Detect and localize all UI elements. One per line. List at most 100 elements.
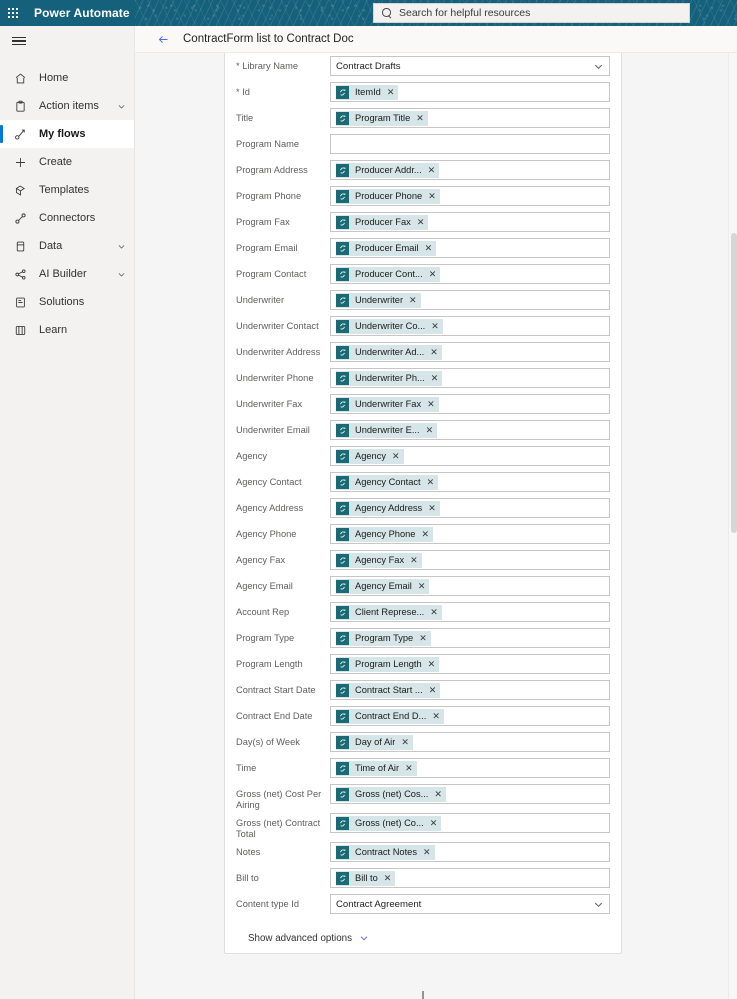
sidebar-item-solutions[interactable]: Solutions	[0, 288, 134, 316]
close-x-icon[interactable]: ✕	[423, 269, 437, 279]
dynamic-content-token[interactable]: Agency Email ✕	[336, 578, 430, 594]
close-x-icon[interactable]: ✕	[420, 425, 434, 435]
dynamic-content-token[interactable]: Gross (net) Cos... ✕	[336, 786, 446, 802]
close-x-icon[interactable]: ✕	[403, 295, 417, 305]
dynamic-content-token[interactable]: Client Represe... ✕	[336, 604, 442, 620]
field-token-input[interactable]: Program Type ✕	[330, 628, 610, 648]
field-token-input[interactable]: Agency Contact ✕	[330, 472, 610, 492]
close-x-icon[interactable]: ✕	[424, 818, 438, 828]
close-x-icon[interactable]: ✕	[378, 873, 392, 883]
close-x-icon[interactable]: ✕	[426, 711, 440, 721]
dynamic-content-token[interactable]: ItemId ✕	[336, 84, 399, 100]
field-token-input[interactable]: Bill to ✕	[330, 868, 610, 889]
field-token-input[interactable]: Producer Phone ✕	[330, 186, 610, 206]
field-token-input[interactable]: Underwriter ✕	[330, 290, 610, 310]
close-x-icon[interactable]: ✕	[413, 633, 427, 643]
field-token-input[interactable]: ItemId ✕	[330, 82, 610, 102]
field-token-input[interactable]: Underwriter E... ✕	[330, 420, 610, 440]
dynamic-content-token[interactable]: Underwriter Co... ✕	[336, 318, 443, 334]
close-x-icon[interactable]: ✕	[386, 451, 400, 461]
canvas-scrollbar[interactable]	[728, 53, 737, 999]
dynamic-content-token[interactable]: Producer Phone ✕	[336, 188, 440, 204]
field-token-input[interactable]: Agency Email ✕	[330, 576, 610, 596]
chevron-down-icon[interactable]	[593, 61, 604, 72]
dynamic-content-token[interactable]: Day of Air ✕	[336, 734, 413, 750]
dynamic-content-token[interactable]: Underwriter E... ✕	[336, 422, 438, 438]
close-x-icon[interactable]: ✕	[404, 555, 418, 565]
dynamic-content-token[interactable]: Producer Addr... ✕	[336, 162, 440, 178]
field-token-input[interactable]: Client Represe... ✕	[330, 602, 610, 622]
hamburger-menu-icon[interactable]	[0, 26, 134, 56]
scrollbar-thumb[interactable]	[730, 233, 737, 533]
field-token-input[interactable]: Contract End D... ✕	[330, 706, 610, 726]
field-token-input[interactable]: Agency Fax ✕	[330, 550, 610, 570]
close-x-icon[interactable]: ✕	[417, 847, 431, 857]
field-token-input[interactable]: Producer Fax ✕	[330, 212, 610, 232]
dynamic-content-token[interactable]: Agency Contact ✕	[336, 474, 439, 490]
sidebar-item-my-flows[interactable]: My flows	[0, 120, 134, 148]
close-x-icon[interactable]: ✕	[395, 737, 409, 747]
close-x-icon[interactable]: ✕	[422, 191, 436, 201]
search-input[interactable]: Search for helpful resources	[373, 3, 690, 23]
dynamic-content-token[interactable]: Bill to ✕	[336, 870, 396, 886]
dynamic-content-token[interactable]: Contract Start ... ✕	[336, 682, 441, 698]
field-token-input[interactable]: Agency Phone ✕	[330, 524, 610, 544]
dynamic-content-token[interactable]: Gross (net) Co... ✕	[336, 815, 442, 831]
sidebar-item-create[interactable]: Create	[0, 148, 134, 176]
field-dropdown[interactable]: Contract Agreement	[330, 894, 610, 915]
close-x-icon[interactable]: ✕	[424, 347, 438, 357]
field-token-input[interactable]: Time of Air ✕	[330, 758, 610, 778]
dynamic-content-token[interactable]: Underwriter Fax ✕	[336, 396, 439, 412]
sidebar-item-home[interactable]: Home	[0, 64, 134, 92]
dynamic-content-token[interactable]: Time of Air ✕	[336, 760, 417, 776]
app-launcher-waffle-icon[interactable]	[0, 0, 26, 26]
close-x-icon[interactable]: ✕	[428, 789, 442, 799]
field-token-input[interactable]: Producer Email ✕	[330, 238, 610, 258]
close-x-icon[interactable]: ✕	[410, 113, 424, 123]
sidebar-item-learn[interactable]: Learn	[0, 316, 134, 344]
close-x-icon[interactable]: ✕	[415, 529, 429, 539]
chevron-down-icon[interactable]	[117, 242, 134, 251]
close-x-icon[interactable]: ✕	[421, 399, 435, 409]
field-token-input[interactable]: Underwriter Fax ✕	[330, 394, 610, 414]
dynamic-content-token[interactable]: Program Type ✕	[336, 630, 431, 646]
sidebar-item-connectors[interactable]: Connectors	[0, 204, 134, 232]
dynamic-content-token[interactable]: Producer Email ✕	[336, 240, 437, 256]
field-token-input[interactable]: Gross (net) Cos... ✕	[330, 784, 610, 804]
sidebar-item-data[interactable]: Data	[0, 232, 134, 260]
dynamic-content-token[interactable]: Program Title ✕	[336, 110, 428, 126]
chevron-down-icon[interactable]	[593, 899, 604, 910]
field-token-input[interactable]: Gross (net) Co... ✕	[330, 813, 610, 834]
dynamic-content-token[interactable]: Producer Cont... ✕	[336, 266, 441, 282]
close-x-icon[interactable]: ✕	[419, 243, 433, 253]
field-token-input[interactable]: Underwriter Ad... ✕	[330, 342, 610, 362]
dynamic-content-token[interactable]: Agency ✕	[336, 448, 404, 464]
close-x-icon[interactable]: ✕	[422, 503, 436, 513]
close-x-icon[interactable]: ✕	[422, 659, 436, 669]
dynamic-content-token[interactable]: Underwriter Ad... ✕	[336, 344, 442, 360]
field-token-input[interactable]: Day of Air ✕	[330, 732, 610, 752]
chevron-down-icon[interactable]	[117, 270, 134, 279]
sidebar-item-action-items[interactable]: Action items	[0, 92, 134, 120]
dynamic-content-token[interactable]: Underwriter ✕	[336, 292, 421, 308]
close-x-icon[interactable]: ✕	[399, 763, 413, 773]
close-x-icon[interactable]: ✕	[422, 165, 436, 175]
close-x-icon[interactable]: ✕	[412, 581, 426, 591]
close-x-icon[interactable]: ✕	[381, 87, 395, 97]
field-token-input[interactable]: Program Title ✕	[330, 108, 610, 128]
field-text-input[interactable]	[330, 134, 610, 154]
close-x-icon[interactable]: ✕	[425, 321, 439, 331]
field-token-input[interactable]: Agency ✕	[330, 446, 610, 466]
dynamic-content-token[interactable]: Program Length ✕	[336, 656, 440, 672]
field-token-input[interactable]: Producer Addr... ✕	[330, 160, 610, 180]
close-x-icon[interactable]: ✕	[425, 373, 439, 383]
dynamic-content-token[interactable]: Underwriter Ph... ✕	[336, 370, 443, 386]
chevron-down-icon[interactable]	[117, 102, 134, 111]
field-token-input[interactable]: Agency Address ✕	[330, 498, 610, 518]
dynamic-content-token[interactable]: Contract Notes ✕	[336, 844, 435, 860]
field-token-input[interactable]: Producer Cont... ✕	[330, 264, 610, 284]
field-dropdown[interactable]: Contract Drafts	[330, 56, 610, 76]
show-advanced-options-button[interactable]: Show advanced options	[236, 923, 610, 953]
dynamic-content-token[interactable]: Agency Phone ✕	[336, 526, 434, 542]
back-arrow-icon[interactable]	[154, 33, 172, 46]
